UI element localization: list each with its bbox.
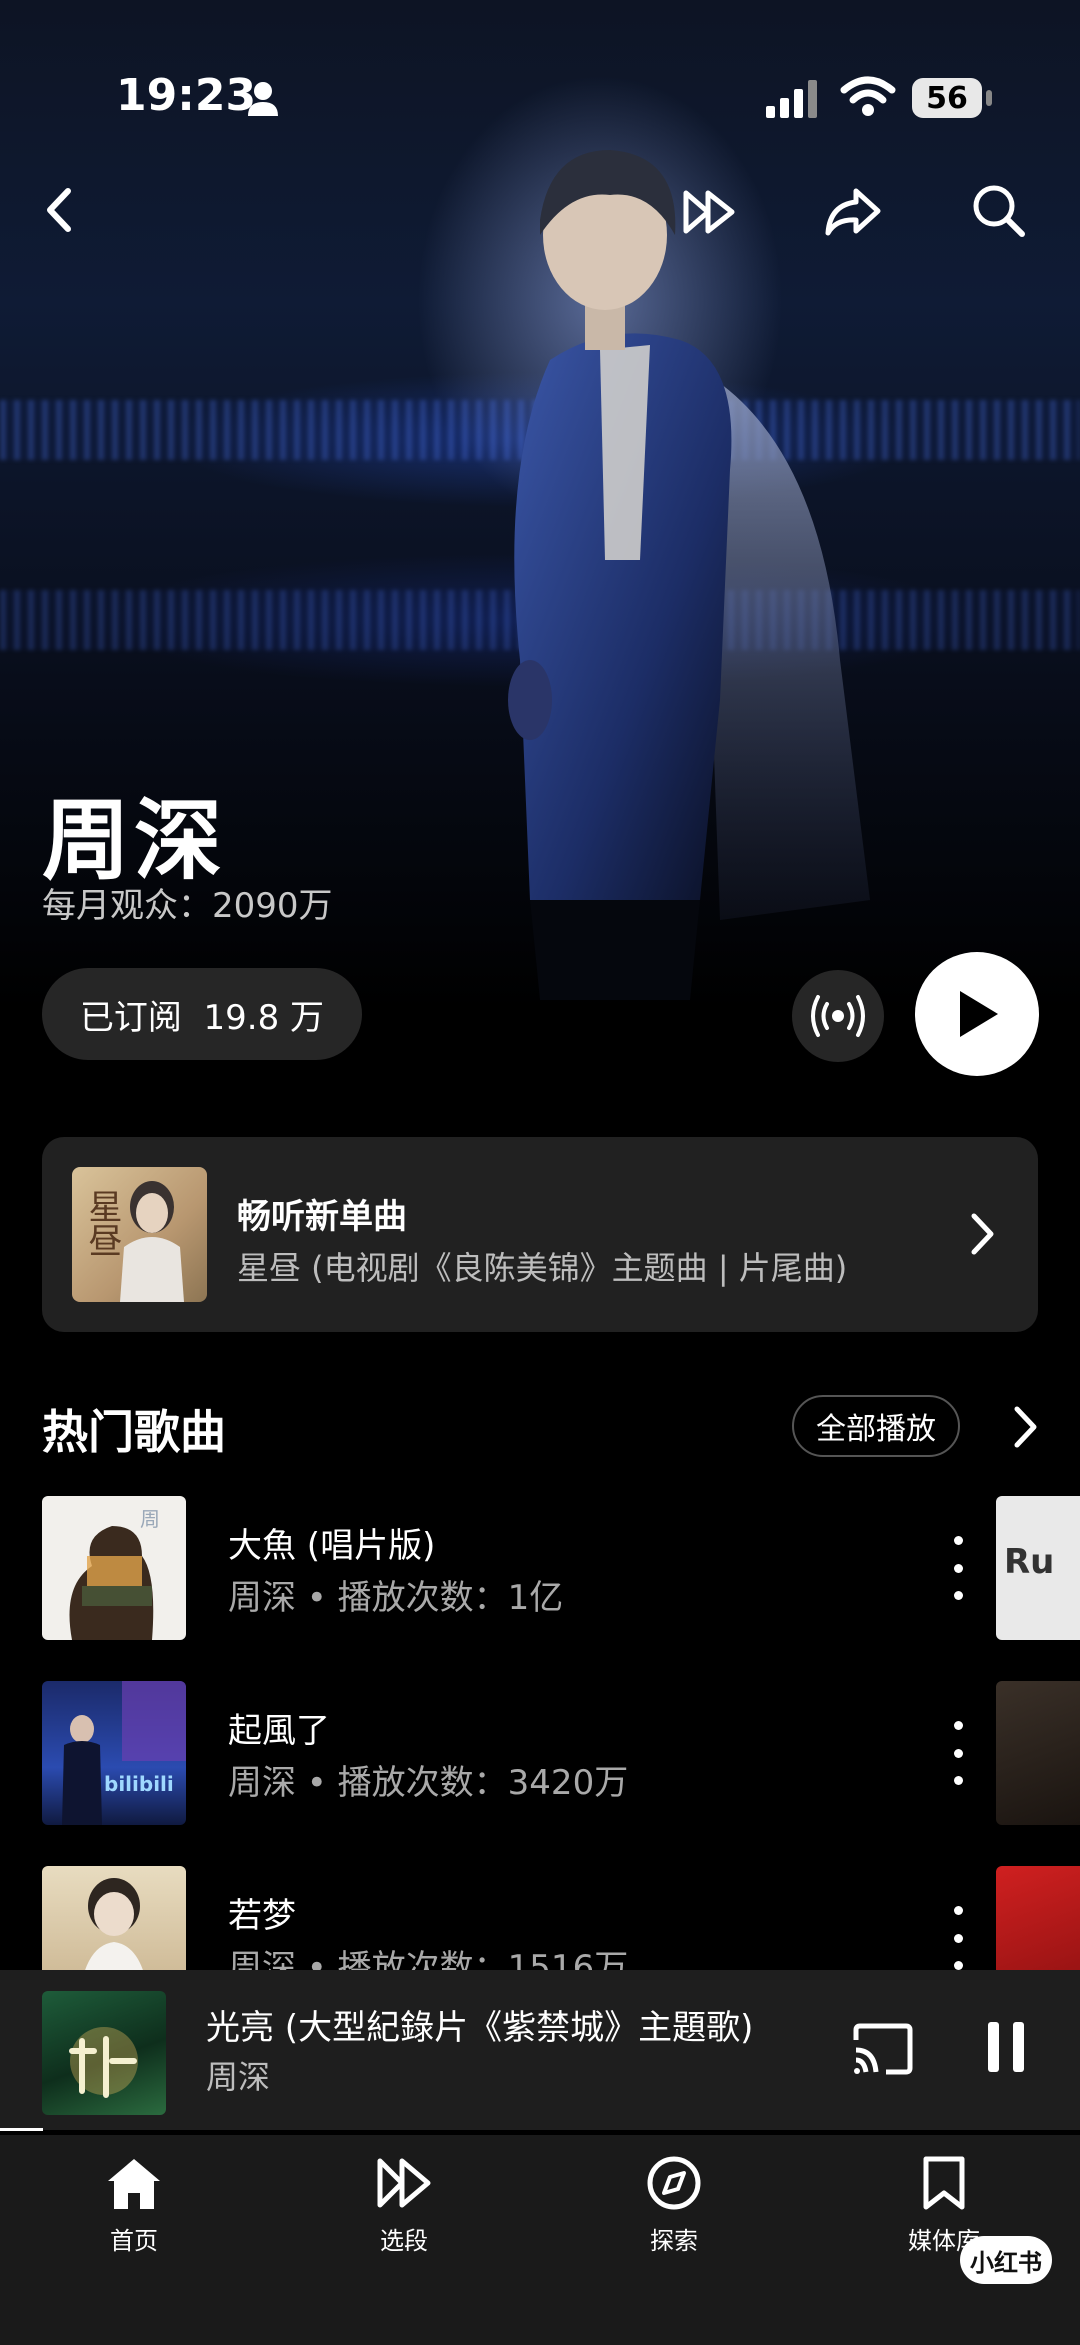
song-cover: 周 (42, 1496, 186, 1640)
tab-explore[interactable]: 探索 (594, 2155, 754, 2295)
play-all-button[interactable]: 全部播放 (792, 1395, 960, 1457)
song-title: 大魚 (唱片版) (228, 1526, 436, 1566)
subscribe-label: 已订阅 19.8 万 (79, 997, 325, 1038)
wifi-icon (840, 76, 896, 116)
tab-label: 首页 (110, 2227, 158, 2255)
share-icon (825, 188, 881, 236)
bottom-tab-bar: 首页 选段 探索 媒体库 (0, 2135, 1080, 2345)
tab-label: 探索 (650, 2227, 698, 2255)
fast-forward-icon (377, 2158, 431, 2208)
next-column-cover (996, 1681, 1080, 1825)
single-cover: 星昼 (72, 1167, 207, 1302)
tab-home[interactable]: 首页 (54, 2155, 214, 2295)
back-button[interactable] (20, 170, 100, 250)
more-button[interactable] (938, 1721, 978, 1785)
signal-icon (766, 80, 817, 118)
svg-text:bilibili: bilibili (104, 1772, 174, 1796)
song-meta: 周深 • 播放次数：3420万 (228, 1763, 629, 1803)
radio-icon (811, 995, 865, 1037)
fast-forward-icon (683, 190, 735, 234)
performer-figure (508, 150, 870, 1000)
single-cover-text: 星昼 (82, 1189, 122, 1257)
status-time: 19:23 (116, 70, 257, 121)
more-vertical-icon (953, 1721, 963, 1730)
battery-cap (986, 90, 992, 106)
person-icon (248, 82, 278, 116)
compass-icon (647, 2156, 701, 2210)
playback-progress-bar[interactable] (0, 2128, 44, 2131)
home-icon (108, 2159, 160, 2209)
new-single-card[interactable]: 星昼 畅听新单曲 星昼 (电视剧《良陈美锦》主题曲 | 片尾曲) (42, 1137, 1038, 1332)
list-item[interactable]: bilibili 起風了 周深 • 播放次数：3420万 (42, 1681, 1080, 1826)
monthly-listeners: 每月观众：2090万 (42, 886, 333, 926)
search-icon (973, 185, 1025, 237)
song-cover: bilibili (42, 1681, 186, 1825)
tab-samples[interactable]: 选段 (324, 2155, 484, 2295)
promo-subtitle: 星昼 (电视剧《良陈美锦》主题曲 | 片尾曲) (237, 1249, 848, 1287)
back-icon (47, 188, 71, 232)
more-vertical-icon (953, 1906, 963, 1915)
now-playing-artist: 周深 (206, 2058, 271, 2096)
autoplay-button[interactable] (670, 172, 750, 252)
subscribe-button[interactable]: 已订阅 19.8 万 (42, 968, 362, 1060)
song-title: 若梦 (228, 1896, 296, 1936)
pause-icon[interactable] (986, 2020, 1026, 2074)
more-vertical-icon (953, 1536, 963, 1545)
watermark-badge: 小红书 (960, 2236, 1052, 2284)
cast-icon[interactable] (852, 2022, 914, 2076)
play-button[interactable] (915, 952, 1039, 1076)
more-button[interactable] (938, 1906, 978, 1970)
now-playing-title: 光亮 (大型紀錄片《紫禁城》主題歌) (206, 2008, 754, 2048)
svg-text:周: 周 (140, 1507, 160, 1531)
battery-indicator: 56 (912, 78, 982, 118)
now-playing-bar[interactable]: 光亮 (大型紀錄片《紫禁城》主題歌) 周深 (0, 1970, 1080, 2131)
promo-title: 畅听新单曲 (237, 1197, 407, 1237)
list-item[interactable]: 周 大魚 (唱片版) 周深 • 播放次数：1亿 (42, 1496, 1080, 1641)
radio-button[interactable] (792, 970, 884, 1062)
song-title: 起風了 (228, 1711, 330, 1751)
tab-label: 选段 (380, 2227, 428, 2255)
search-button[interactable] (958, 170, 1038, 250)
now-playing-cover (42, 1991, 166, 2115)
top-songs-title: 热门歌曲 (42, 1405, 226, 1459)
chevron-right-icon[interactable] (1010, 1404, 1040, 1450)
chevron-right-icon (971, 1213, 994, 1255)
next-column-cover: Ru (996, 1496, 1080, 1640)
play-icon (960, 991, 998, 1037)
share-button[interactable] (812, 172, 892, 252)
bookmark-icon (923, 2156, 965, 2210)
song-meta: 周深 • 播放次数：1亿 (228, 1578, 564, 1618)
more-button[interactable] (938, 1536, 978, 1600)
